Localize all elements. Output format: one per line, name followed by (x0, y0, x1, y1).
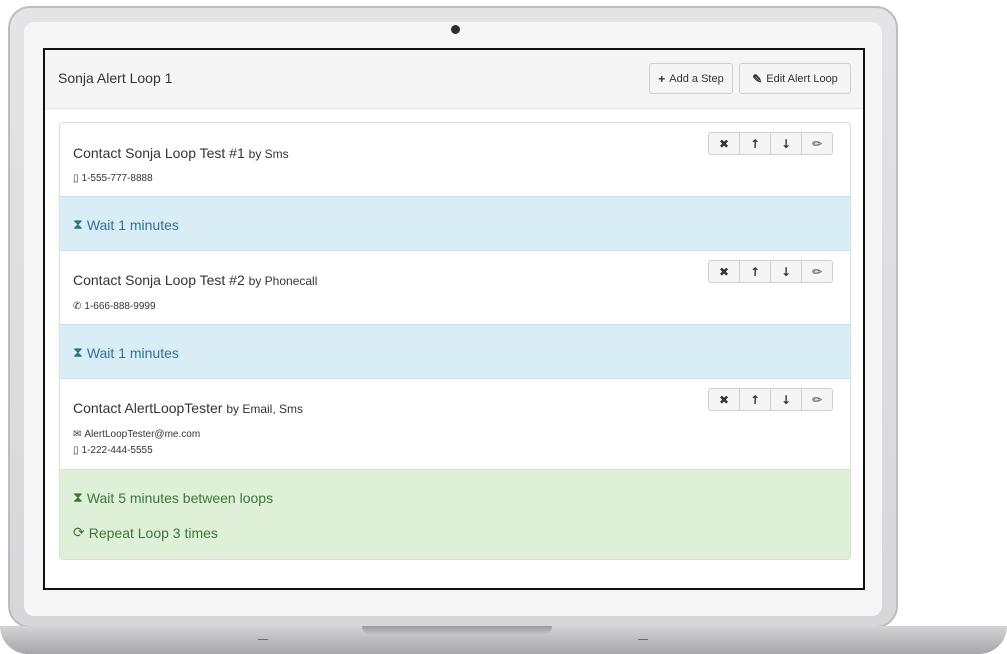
panel-header: Sonja Alert Loop 1 + Add a Step ✎ Edit A… (45, 50, 863, 109)
pencil-icon: ✏ (811, 136, 823, 151)
mobile-icon: ▯ (73, 445, 79, 456)
edit-step-button[interactable]: ✏ (801, 388, 833, 411)
pencil-icon: ✏ (811, 392, 823, 407)
contact-name: Contact AlertLoopTester (73, 400, 223, 416)
loop-repeat-text: Repeat Loop 3 times (88, 524, 218, 541)
contact-detail: ▯ 1-555-777-8888 (73, 173, 153, 184)
move-down-button[interactable]: ↓ (770, 132, 802, 155)
screen: Sonja Alert Loop 1 + Add a Step ✎ Edit A… (43, 48, 865, 590)
contact-name: Contact Sonja Loop Test #2 (73, 272, 245, 288)
hourglass-icon: ⧗ (73, 489, 83, 505)
loop-wait-text: Wait 5 minutes between loops (86, 489, 274, 506)
contact-detail: ✉ AlertLoopTester@me.com (73, 429, 200, 440)
move-up-button[interactable]: ↑ (739, 132, 771, 155)
edit-step-button[interactable]: ✏ (801, 132, 833, 155)
contact-step: Contact Sonja Loop Test #2 by Phonecall … (60, 251, 850, 324)
plus-icon: + (658, 71, 666, 86)
contact-step: Contact AlertLoopTester by Email, Sms ✉ … (60, 379, 850, 469)
remove-step-button[interactable]: ✖ (708, 260, 740, 283)
contact-detail: ▯ 1-222-444-5555 (73, 445, 153, 456)
loop-settings: ⧗ Wait 5 minutes between loops ⟳ Repeat … (60, 469, 850, 559)
pencil-icon: ✏ (811, 264, 823, 279)
contact-method: by Phonecall (248, 274, 318, 288)
phone-number: 1-666-888-9999 (84, 301, 156, 312)
remove-step-button[interactable]: ✖ (708, 132, 740, 155)
panel-title: Sonja Alert Loop 1 (58, 70, 173, 86)
contact-method: by Sms (248, 147, 289, 161)
remove-step-button[interactable]: ✖ (708, 388, 740, 411)
move-up-button[interactable]: ↑ (739, 260, 771, 283)
camera-dot (451, 25, 460, 34)
refresh-icon: ⟳ (73, 524, 85, 540)
envelope-icon: ✉ (73, 429, 82, 440)
contact-detail: ✆ 1-666-888-9999 (73, 301, 156, 312)
contact-name: Contact Sonja Loop Test #1 (73, 145, 245, 161)
remove-icon: ✖ (718, 264, 730, 279)
step-actions: ✖ ↑ ↓ ✏ (708, 260, 833, 283)
loop-repeat-line: ⟳ Repeat Loop 3 times (73, 524, 218, 541)
add-step-button[interactable]: + Add a Step (649, 63, 733, 94)
step-actions: ✖ ↑ ↓ ✏ (708, 132, 833, 155)
wait-step: ⧗ Wait 1 minutes (60, 196, 850, 251)
phone-number: 1-222-444-5555 (81, 445, 153, 456)
wait-text: Wait 1 minutes (86, 216, 179, 233)
contact-step: Contact Sonja Loop Test #1 by Sms ▯ 1-55… (60, 123, 850, 196)
arrow-down-icon: ↓ (780, 264, 792, 279)
edit-icon: ✎ (752, 71, 763, 86)
edit-alert-loop-button[interactable]: ✎ Edit Alert Loop (739, 63, 851, 94)
laptop-foot (638, 639, 648, 640)
arrow-up-icon: ↑ (749, 264, 761, 279)
contact-line: Contact Sonja Loop Test #2 by Phonecall (73, 272, 317, 288)
hourglass-icon: ⧗ (73, 216, 83, 232)
hourglass-icon: ⧗ (73, 344, 83, 360)
contact-line: Contact AlertLoopTester by Email, Sms (73, 400, 303, 416)
arrow-down-icon: ↓ (780, 136, 792, 151)
arrow-up-icon: ↑ (749, 392, 761, 407)
wait-line: ⧗ Wait 1 minutes (73, 344, 179, 361)
remove-icon: ✖ (718, 392, 730, 407)
move-up-button[interactable]: ↑ (739, 388, 771, 411)
remove-icon: ✖ (718, 136, 730, 151)
laptop-foot (258, 639, 268, 640)
mobile-icon: ▯ (73, 173, 79, 184)
arrow-up-icon: ↑ (749, 136, 761, 151)
wait-line: ⧗ Wait 1 minutes (73, 216, 179, 233)
loop-wait-line: ⧗ Wait 5 minutes between loops (73, 489, 273, 506)
arrow-down-icon: ↓ (780, 392, 792, 407)
wait-step: ⧗ Wait 1 minutes (60, 324, 850, 379)
phone-number: 1-555-777-8888 (81, 173, 153, 184)
add-step-label: Add a Step (669, 72, 724, 85)
move-down-button[interactable]: ↓ (770, 260, 802, 283)
step-actions: ✖ ↑ ↓ ✏ (708, 388, 833, 411)
edit-step-button[interactable]: ✏ (801, 260, 833, 283)
contact-line: Contact Sonja Loop Test #1 by Sms (73, 145, 289, 161)
edit-alert-loop-label: Edit Alert Loop (766, 72, 838, 85)
laptop-base (0, 626, 1007, 654)
move-down-button[interactable]: ↓ (770, 388, 802, 411)
wait-text: Wait 1 minutes (86, 344, 179, 361)
phone-icon: ✆ (73, 301, 82, 312)
laptop-base-notch (362, 626, 552, 635)
alert-loop-steps: Contact Sonja Loop Test #1 by Sms ▯ 1-55… (59, 122, 851, 560)
contact-method: by Email, Sms (226, 402, 303, 416)
email-address: AlertLoopTester@me.com (84, 429, 201, 440)
